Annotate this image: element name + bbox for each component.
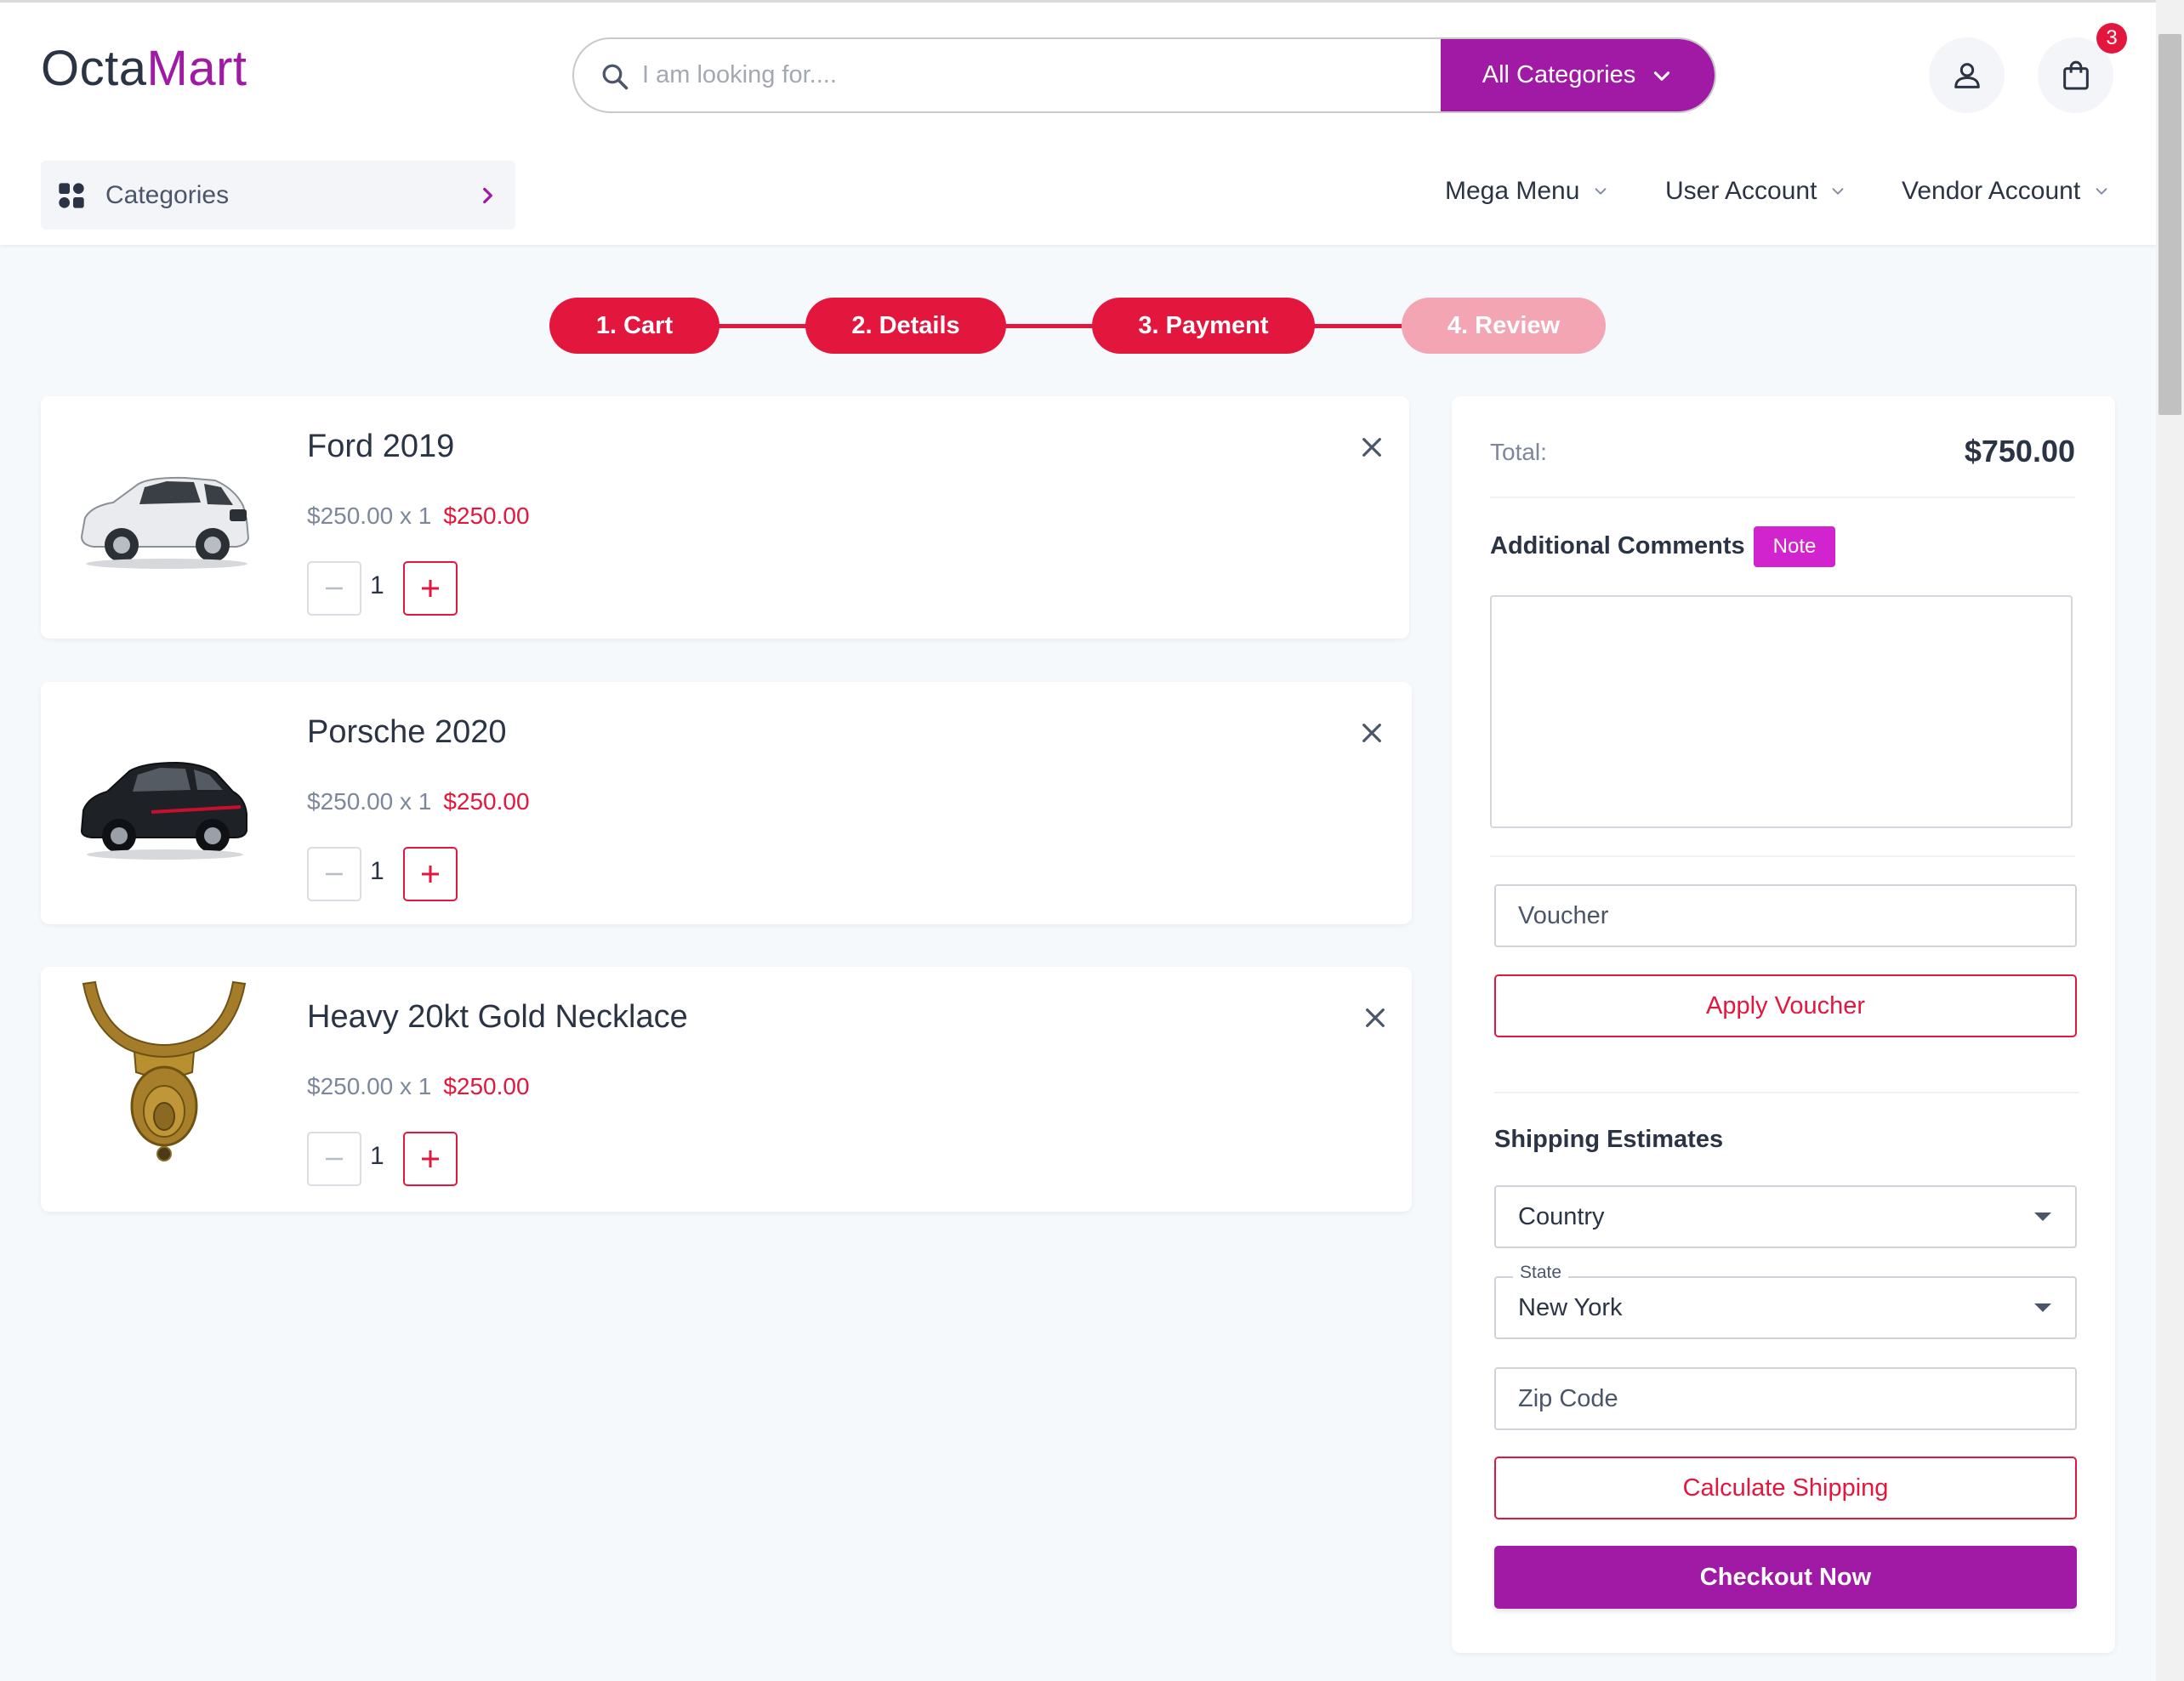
chevron-right-icon — [483, 187, 492, 203]
order-summary: Total: $750.00 Additional Comments Note … — [1452, 396, 2115, 1653]
apply-voucher-button[interactable]: Apply Voucher — [1494, 974, 2077, 1037]
car-image-white — [80, 476, 250, 569]
step-review[interactable]: 4. Review — [1402, 298, 1606, 354]
close-icon[interactable] — [1358, 434, 1385, 461]
item-name[interactable]: Heavy 20kt Gold Necklace — [307, 999, 688, 1036]
item-price: $250.00 x 1 $250.00 — [307, 788, 530, 815]
checkout-now-button[interactable]: Checkout Now — [1494, 1546, 2077, 1609]
cart-count-badge: 3 — [2096, 23, 2127, 54]
zip-code-input[interactable] — [1494, 1367, 2077, 1430]
increase-quantity-button[interactable] — [403, 847, 458, 901]
increase-quantity-button[interactable] — [403, 1132, 458, 1186]
voucher-input[interactable] — [1494, 884, 2077, 947]
close-icon[interactable] — [1358, 719, 1385, 747]
chevron-down-icon — [1654, 71, 1670, 81]
item-line-total: $250.00 — [443, 1073, 530, 1099]
item-price: $250.00 x 1 $250.00 — [307, 503, 530, 529]
state-select[interactable]: New York — [1494, 1276, 2077, 1339]
state-label: State — [1513, 1263, 1569, 1283]
quantity-value: 1 — [370, 857, 384, 885]
categories-label: Categories — [105, 180, 230, 209]
shipping-estimates-title: Shipping Estimates — [1494, 1126, 1724, 1153]
nav-mega-menu[interactable]: Mega Menu — [1445, 177, 1610, 206]
necklace-image — [82, 980, 247, 1161]
all-categories-dropdown[interactable]: All Categories — [1441, 39, 1715, 111]
user-icon — [1954, 62, 1980, 88]
step-cart[interactable]: 1. Cart — [549, 298, 719, 354]
total-value: $750.00 — [1964, 434, 2075, 469]
logo[interactable]: OctaMart — [41, 40, 247, 97]
item-line-total: $250.00 — [443, 788, 530, 815]
decrease-quantity-button[interactable] — [307, 847, 361, 901]
cart-item: Porsche 2020 $250.00 x 1 $250.00 1 — [41, 682, 1412, 924]
close-icon[interactable] — [1362, 1004, 1389, 1031]
caret-down-icon — [2034, 1303, 2051, 1312]
step-details[interactable]: 2. Details — [805, 298, 1006, 354]
categories-menu[interactable]: Categories — [41, 161, 515, 230]
cart-item: Heavy 20kt Gold Necklace $250.00 x 1 $250… — [41, 967, 1412, 1212]
search-input[interactable] — [642, 39, 1408, 111]
note-badge: Note — [1754, 526, 1835, 567]
comments-label: Additional Comments — [1490, 532, 1745, 559]
item-name[interactable]: Porsche 2020 — [307, 714, 507, 751]
nav-vendor-account[interactable]: Vendor Account — [1902, 177, 2111, 206]
item-price: $250.00 x 1 $250.00 — [307, 1073, 530, 1099]
search-icon — [602, 64, 628, 90]
chevron-down-icon — [2096, 188, 2107, 195]
top-header: OctaMart All Categories 3 Cat — [0, 0, 2156, 245]
quantity-value: 1 — [370, 571, 384, 599]
cart-item: Ford 2019 $250.00 x 1 $250.00 1 — [41, 396, 1409, 639]
grid-icon — [59, 182, 84, 208]
calculate-shipping-button[interactable]: Calculate Shipping — [1494, 1457, 2077, 1519]
divider — [1490, 497, 2075, 498]
quantity-value: 1 — [370, 1142, 384, 1170]
checkout-stepper: 1. Cart 2. Details 3. Payment 4. Review — [0, 298, 2156, 354]
increase-quantity-button[interactable] — [403, 561, 458, 616]
minus-icon — [326, 872, 343, 876]
decrease-quantity-button[interactable] — [307, 1132, 361, 1186]
country-select[interactable]: Country — [1494, 1185, 2077, 1248]
comments-textarea[interactable] — [1490, 595, 2073, 828]
total-label: Total: — [1490, 439, 1547, 465]
item-name[interactable]: Ford 2019 — [307, 429, 454, 465]
search-bar: All Categories — [572, 37, 1716, 113]
user-account-button[interactable] — [1929, 37, 2005, 113]
minus-icon — [326, 1157, 343, 1161]
divider — [1494, 1092, 2079, 1093]
decrease-quantity-button[interactable] — [307, 561, 361, 616]
step-payment[interactable]: 3. Payment — [1092, 298, 1315, 354]
plus-icon — [422, 580, 439, 597]
plus-icon — [422, 1150, 439, 1167]
shopping-bag-icon — [2062, 60, 2089, 90]
chevron-down-icon — [1595, 188, 1607, 195]
divider — [1490, 855, 2075, 857]
chevron-down-icon — [1833, 188, 1844, 195]
caret-down-icon — [2034, 1212, 2051, 1221]
minus-icon — [326, 587, 343, 590]
scrollbar-thumb[interactable] — [2158, 34, 2181, 415]
car-image-black — [80, 761, 247, 860]
item-line-total: $250.00 — [443, 503, 530, 529]
plus-icon — [422, 866, 439, 883]
nav-user-account[interactable]: User Account — [1665, 177, 1847, 206]
